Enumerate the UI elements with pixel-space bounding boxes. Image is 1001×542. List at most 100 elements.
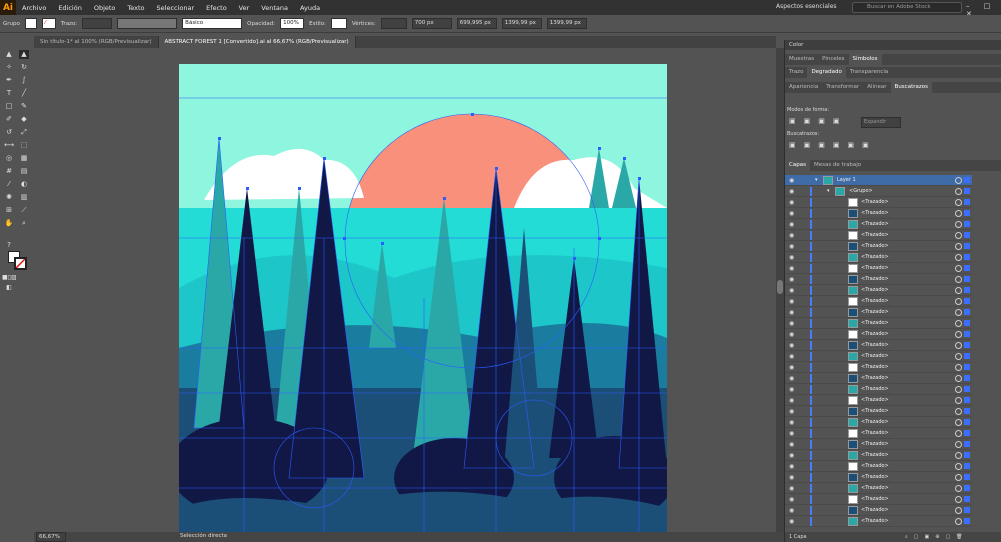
selection-square[interactable] bbox=[964, 309, 970, 315]
visibility-eye-icon[interactable]: ◉ bbox=[789, 395, 794, 406]
path-name[interactable]: <Trazado> bbox=[861, 406, 889, 417]
path-name[interactable]: <Trazado> bbox=[861, 263, 889, 274]
menu-archivo[interactable]: Archivo bbox=[16, 4, 52, 12]
layer-row-path[interactable]: ◉ <Trazado> bbox=[785, 516, 972, 527]
path-name[interactable]: <Trazado> bbox=[861, 516, 889, 527]
shape-builder-icon[interactable]: ◎ bbox=[4, 154, 14, 163]
eraser-icon[interactable]: ◆ bbox=[19, 115, 29, 124]
path-name[interactable]: <Trazado> bbox=[861, 450, 889, 461]
shaper-icon[interactable]: ✐ bbox=[4, 115, 14, 124]
path-name[interactable]: <Trazado> bbox=[861, 241, 889, 252]
tab-muestras[interactable]: Muestras bbox=[785, 54, 818, 65]
selection-square[interactable] bbox=[964, 298, 970, 304]
target-icon[interactable] bbox=[955, 265, 962, 272]
visibility-eye-icon[interactable]: ◉ bbox=[789, 428, 794, 439]
tab-pinceles[interactable]: Pinceles bbox=[818, 54, 848, 65]
path-name[interactable]: <Trazado> bbox=[861, 329, 889, 340]
selection-square[interactable] bbox=[964, 331, 970, 337]
path-name[interactable]: <Trazado> bbox=[861, 296, 889, 307]
visibility-eye-icon[interactable]: ◉ bbox=[789, 241, 794, 252]
selection-square[interactable] bbox=[964, 364, 970, 370]
layer-row-layer1[interactable]: ◉ ▾ Layer 1 bbox=[785, 175, 972, 186]
tab-untitled[interactable]: Sin título-1* al 100% (RGB/Previsualizar… bbox=[34, 36, 159, 48]
menu-efecto[interactable]: Efecto bbox=[200, 4, 233, 12]
selection-square[interactable] bbox=[964, 199, 970, 205]
menu-ventana[interactable]: Ventana bbox=[255, 4, 294, 12]
path-name[interactable]: <Trazado> bbox=[861, 197, 889, 208]
visibility-eye-icon[interactable]: ◉ bbox=[789, 175, 794, 186]
layer-row-path[interactable]: ◉ <Trazado> bbox=[785, 241, 972, 252]
visibility-eye-icon[interactable]: ◉ bbox=[789, 351, 794, 362]
mesh-icon[interactable]: # bbox=[4, 167, 14, 176]
workspace-switcher[interactable]: Aspectos esenciales bbox=[776, 3, 837, 10]
layer-row-path[interactable]: ◉ <Trazado> bbox=[785, 274, 972, 285]
path-name[interactable]: <Trazado> bbox=[861, 252, 889, 263]
menu-objeto[interactable]: Objeto bbox=[88, 4, 122, 12]
path-name[interactable]: <Trazado> bbox=[861, 505, 889, 516]
tab-abstract-forest[interactable]: ABSTRACT FOREST 1 [Convertido].ai al 66,… bbox=[158, 36, 356, 48]
stroke-color-box[interactable] bbox=[14, 257, 27, 270]
selection-square[interactable] bbox=[964, 441, 970, 447]
selection-square[interactable] bbox=[964, 265, 970, 271]
layer-row-path[interactable]: ◉ <Trazado> bbox=[785, 340, 972, 351]
visibility-eye-icon[interactable]: ◉ bbox=[789, 252, 794, 263]
selection-square[interactable] bbox=[964, 243, 970, 249]
target-icon[interactable] bbox=[955, 331, 962, 338]
target-icon[interactable] bbox=[955, 177, 962, 184]
layer-row-path[interactable]: ◉ <Trazado> bbox=[785, 285, 972, 296]
target-icon[interactable] bbox=[955, 221, 962, 228]
width-tool-icon[interactable]: ⟷ bbox=[4, 141, 14, 150]
target-icon[interactable] bbox=[955, 199, 962, 206]
selection-square[interactable] bbox=[964, 430, 970, 436]
visibility-eye-icon[interactable]: ◉ bbox=[789, 285, 794, 296]
layer-row-path[interactable]: ◉ <Trazado> bbox=[785, 329, 972, 340]
symbol-sprayer-icon[interactable]: ✺ bbox=[4, 193, 14, 202]
group-name[interactable]: <Grupo> bbox=[849, 186, 873, 197]
menu-ayuda[interactable]: Ayuda bbox=[294, 4, 326, 12]
layer-row-path[interactable]: ◉ <Trazado> bbox=[785, 439, 972, 450]
selection-square[interactable] bbox=[964, 386, 970, 392]
path-name[interactable]: <Trazado> bbox=[861, 483, 889, 494]
target-icon[interactable] bbox=[955, 408, 962, 415]
layer-row-path[interactable]: ◉ <Trazado> bbox=[785, 461, 972, 472]
path-name[interactable]: <Trazado> bbox=[861, 417, 889, 428]
stroke-weight-field[interactable] bbox=[82, 18, 113, 29]
path-name[interactable]: <Trazado> bbox=[861, 219, 889, 230]
selection-square[interactable] bbox=[964, 342, 970, 348]
menu-texto[interactable]: Texto bbox=[121, 4, 150, 12]
type-tool-icon[interactable]: T bbox=[4, 89, 14, 98]
layer-row-path[interactable]: ◉ <Trazado> bbox=[785, 208, 972, 219]
target-icon[interactable] bbox=[955, 419, 962, 426]
target-icon[interactable] bbox=[955, 463, 962, 470]
path-name[interactable]: <Trazado> bbox=[861, 472, 889, 483]
selection-square[interactable] bbox=[964, 474, 970, 480]
line-tool-icon[interactable]: ╱ bbox=[19, 89, 29, 98]
menu-seleccionar[interactable]: Seleccionar bbox=[151, 4, 201, 12]
layer-row-path[interactable]: ◉ <Trazado> bbox=[785, 450, 972, 461]
layer-row-path[interactable]: ◉ <Trazado> bbox=[785, 252, 972, 263]
target-icon[interactable] bbox=[955, 232, 962, 239]
vertical-scrollbar[interactable] bbox=[776, 48, 784, 532]
canvas-area[interactable] bbox=[34, 48, 776, 532]
target-icon[interactable] bbox=[955, 342, 962, 349]
layer-row-path[interactable]: ◉ <Trazado> bbox=[785, 505, 972, 516]
tab-transparencia[interactable]: Transparencia bbox=[846, 67, 892, 78]
width-field[interactable]: 1399,99 px bbox=[501, 18, 542, 29]
selection-square[interactable] bbox=[964, 353, 970, 359]
scroll-thumb[interactable] bbox=[777, 280, 783, 294]
visibility-eye-icon[interactable]: ◉ bbox=[789, 230, 794, 241]
selection-square[interactable] bbox=[964, 375, 970, 381]
path-name[interactable]: <Trazado> bbox=[861, 362, 889, 373]
visibility-eye-icon[interactable]: ◉ bbox=[789, 340, 794, 351]
visibility-eye-icon[interactable]: ◉ bbox=[789, 296, 794, 307]
visibility-eye-icon[interactable]: ◉ bbox=[789, 516, 794, 527]
layer-row-path[interactable]: ◉ <Trazado> bbox=[785, 307, 972, 318]
layer-row-path[interactable]: ◉ <Trazado> bbox=[785, 230, 972, 241]
visibility-eye-icon[interactable]: ◉ bbox=[789, 208, 794, 219]
free-transform-icon[interactable]: ⬚ bbox=[19, 141, 29, 150]
gradient-icon[interactable]: ▤ bbox=[19, 167, 29, 176]
visibility-eye-icon[interactable]: ◉ bbox=[789, 219, 794, 230]
path-name[interactable]: <Trazado> bbox=[861, 395, 889, 406]
layer-row-path[interactable]: ◉ <Trazado> bbox=[785, 406, 972, 417]
opacity-field[interactable]: 100% bbox=[280, 18, 305, 29]
